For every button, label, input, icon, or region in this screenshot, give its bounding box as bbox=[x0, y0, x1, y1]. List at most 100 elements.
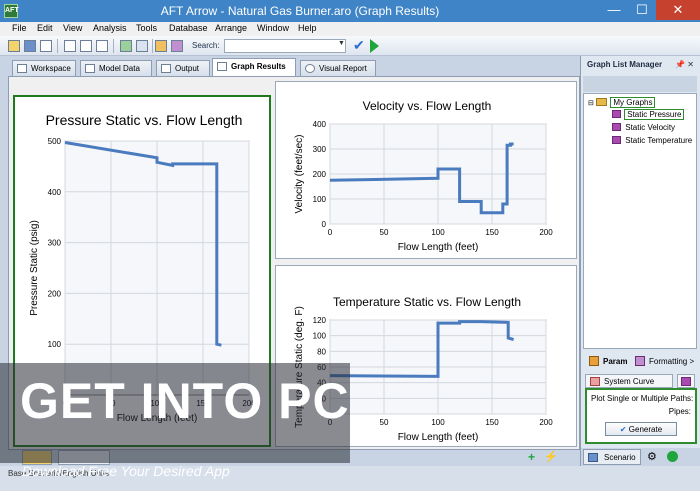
graph-icon bbox=[612, 123, 621, 131]
tree-item-label: Static Temperature bbox=[625, 136, 693, 145]
run-icon[interactable] bbox=[370, 39, 379, 53]
search-dropdown-icon[interactable]: ▼ bbox=[338, 40, 345, 47]
x-tick-label: 0 bbox=[328, 228, 333, 237]
y-tick-label: 100 bbox=[48, 340, 62, 349]
print-icon[interactable] bbox=[40, 40, 52, 52]
checkmark-icon: ✔ bbox=[619, 425, 627, 434]
add-icon[interactable]: + bbox=[528, 450, 535, 464]
subtab-graph[interactable] bbox=[677, 374, 695, 388]
table-icon bbox=[85, 64, 95, 73]
y-tick-label: 120 bbox=[313, 316, 327, 325]
y-tick-label: 100 bbox=[313, 332, 327, 341]
tree-item-static-velocity[interactable]: Static Velocity bbox=[612, 123, 675, 132]
checkmark-icon[interactable]: ✔ bbox=[353, 37, 365, 54]
watermark-logo: GET INTO PC bbox=[20, 373, 350, 429]
system-curve-icon bbox=[590, 377, 600, 386]
menu-tools[interactable]: Tools bbox=[136, 23, 157, 33]
grid-icon bbox=[161, 64, 171, 73]
tab-label: Visual Report bbox=[319, 64, 367, 73]
scenario-icon bbox=[588, 453, 598, 462]
pencil-icon bbox=[17, 64, 27, 73]
menu-view[interactable]: View bbox=[63, 23, 82, 33]
tree-item-static-temperature[interactable]: Static Temperature bbox=[612, 136, 692, 145]
toolbar: Search: ▼ ✔ bbox=[0, 36, 700, 56]
save-icon[interactable] bbox=[24, 40, 36, 52]
menu-database[interactable]: Database bbox=[169, 23, 208, 33]
tree-item-label: Static Velocity bbox=[625, 123, 676, 132]
menu-analysis[interactable]: Analysis bbox=[93, 23, 127, 33]
velocity-chart: 0 50 100 150 200 0 100 200 300 400 Velocity vs. Fl… bbox=[294, 99, 553, 253]
minimize-button[interactable]: — bbox=[600, 0, 628, 20]
collapse-icon[interactable]: ⊟ bbox=[588, 100, 594, 107]
graph-subtabs: System Curve bbox=[585, 374, 697, 388]
menu-edit[interactable]: Edit bbox=[37, 23, 53, 33]
menu-arrange[interactable]: Arrange bbox=[215, 23, 247, 33]
folder-icon bbox=[596, 98, 608, 106]
graph-control-tabs: Param Formatting > bbox=[583, 354, 699, 370]
tree-item-static-pressure[interactable]: Static Pressure bbox=[612, 109, 685, 120]
x-axis-label: Flow Length (feet) bbox=[398, 432, 479, 443]
tree-root[interactable]: ⊟ My Graphs bbox=[588, 97, 656, 108]
tab-visual-report[interactable]: Visual Report bbox=[300, 60, 376, 76]
toolbar-separator bbox=[57, 39, 58, 53]
y-tick-label: 400 bbox=[48, 188, 62, 197]
flask-icon[interactable] bbox=[171, 40, 183, 52]
subtab-label: System Curve bbox=[604, 377, 655, 386]
y-tick-label: 300 bbox=[313, 145, 327, 154]
tab-output[interactable]: Output bbox=[156, 60, 210, 76]
search-input[interactable] bbox=[224, 39, 346, 53]
y-tick-label: 500 bbox=[48, 137, 62, 146]
tab-param[interactable]: Param bbox=[583, 354, 629, 370]
pin-icon[interactable]: 📌 ✕ bbox=[675, 60, 694, 69]
status-ok-icon bbox=[667, 451, 678, 462]
tab-scenario[interactable]: Scenario bbox=[583, 449, 641, 465]
maximize-button[interactable]: ☐ bbox=[628, 0, 656, 20]
layout-icon[interactable] bbox=[64, 40, 76, 52]
split-view-icon[interactable] bbox=[80, 40, 92, 52]
graph-list-manager: Graph List Manager 📌 ✕ ⊟ My Graphs Stati… bbox=[580, 56, 700, 466]
chart-title: Velocity vs. Flow Length bbox=[363, 99, 492, 113]
chart-panel-velocity[interactable]: 0 50 100 150 200 0 100 200 300 400 Velocity vs. Fl… bbox=[275, 81, 577, 259]
gear-icon[interactable]: ⚙ bbox=[647, 450, 657, 463]
tab-label: Model Data bbox=[99, 64, 140, 73]
menu-bar: File Edit View Analysis Tools Database A… bbox=[0, 22, 700, 36]
menu-file[interactable]: File bbox=[12, 23, 27, 33]
x-tick-label: 100 bbox=[431, 418, 445, 427]
toolbar-separator bbox=[113, 39, 114, 53]
subtab-system-curve[interactable]: System Curve bbox=[585, 374, 673, 388]
menu-window[interactable]: Window bbox=[257, 23, 289, 33]
y-tick-label: 80 bbox=[317, 347, 326, 356]
close-button[interactable]: ✕ bbox=[656, 0, 700, 20]
generate-button[interactable]: ✔ Generate bbox=[605, 422, 677, 436]
x-tick-label: 50 bbox=[380, 418, 389, 427]
y-axis-label: Pressure Static (psig) bbox=[29, 220, 40, 316]
x-axis-label: Flow Length (feet) bbox=[398, 242, 479, 253]
tab-label: Graph Results bbox=[231, 62, 286, 71]
check-model-icon[interactable] bbox=[155, 40, 167, 52]
tab-graph-results[interactable]: Graph Results bbox=[212, 58, 296, 76]
y-tick-label: 400 bbox=[313, 120, 327, 129]
watermark-tagline: Download Free Your Desired App bbox=[22, 463, 230, 479]
graph-icon bbox=[681, 377, 691, 386]
open-icon[interactable] bbox=[8, 40, 20, 52]
pipes-label: Pipes: bbox=[668, 407, 691, 416]
lightning-icon[interactable]: ⚡ bbox=[544, 450, 558, 463]
y-axis-label: Velocity (feet/sec) bbox=[294, 135, 305, 214]
table-icon[interactable] bbox=[96, 40, 108, 52]
plot-paths-label: Plot Single or Multiple Paths: bbox=[591, 394, 694, 403]
toolbar-separator bbox=[152, 39, 153, 53]
tab-formatting[interactable]: Formatting > bbox=[633, 354, 699, 370]
tree-item-label: Static Pressure bbox=[624, 109, 685, 120]
tab-strip: Workspace Model Data Output Graph Result… bbox=[0, 56, 580, 76]
window-title: AFT Arrow - Natural Gas Burner.aro (Grap… bbox=[160, 4, 440, 18]
grid-icon[interactable] bbox=[136, 40, 148, 52]
eye-icon bbox=[305, 64, 315, 73]
menu-help[interactable]: Help bbox=[298, 23, 317, 33]
pipe-icon[interactable] bbox=[120, 40, 132, 52]
x-tick-label: 50 bbox=[380, 228, 389, 237]
tab-workspace[interactable]: Workspace bbox=[12, 60, 76, 76]
x-tick-label: 150 bbox=[485, 418, 499, 427]
y-tick-label: 200 bbox=[313, 170, 327, 179]
tab-model-data[interactable]: Model Data bbox=[80, 60, 152, 76]
title-bar: AFT AFT Arrow - Natural Gas Burner.aro (… bbox=[0, 0, 700, 22]
